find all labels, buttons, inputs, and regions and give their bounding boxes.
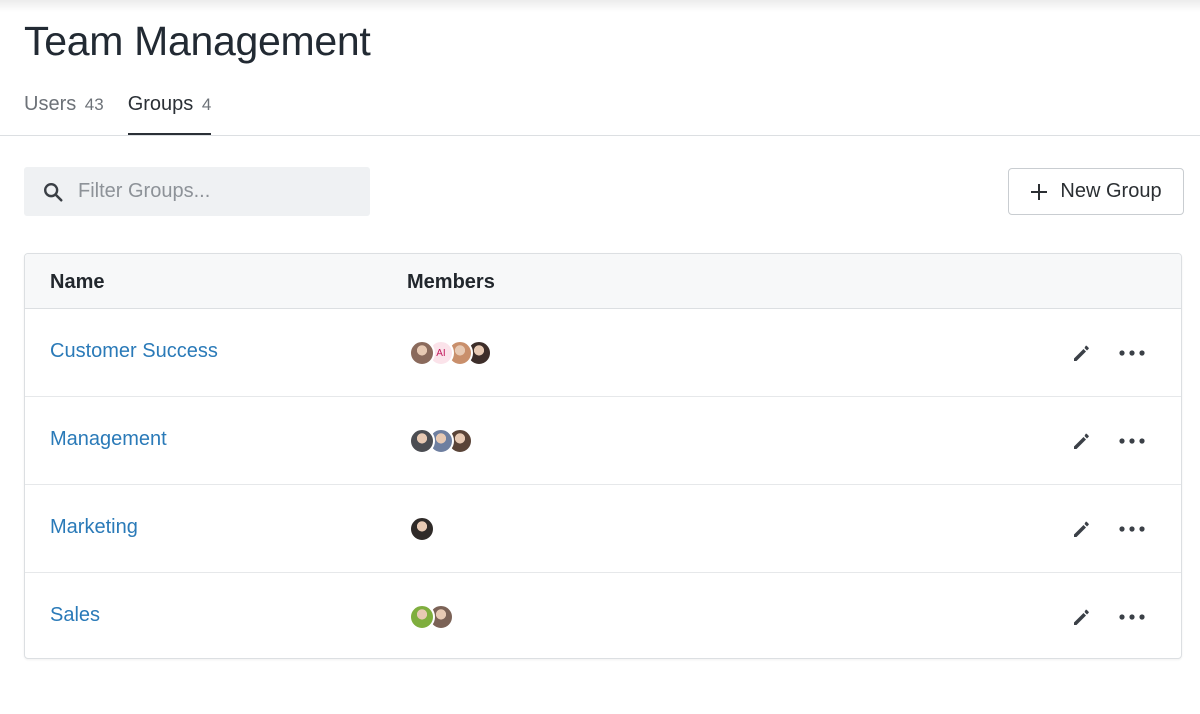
new-group-label: New Group: [1060, 180, 1162, 202]
column-header-name: Name: [50, 271, 105, 293]
plus-icon: [1031, 183, 1048, 200]
table-row: Customer Success AI: [25, 309, 1181, 397]
tab-groups[interactable]: Groups 4: [127, 90, 212, 136]
table-row: Management: [25, 397, 1181, 485]
member-avatars: [409, 428, 473, 454]
table-header: Name Members: [25, 254, 1181, 309]
filter-groups-input[interactable]: [78, 180, 348, 203]
tab-users[interactable]: Users 43: [24, 90, 104, 136]
pencil-icon[interactable]: [1069, 429, 1093, 453]
avatar[interactable]: [409, 604, 435, 630]
group-name-link[interactable]: Marketing: [50, 516, 138, 539]
more-horizontal-icon[interactable]: [1118, 341, 1146, 365]
top-shadow: [0, 0, 1200, 12]
tabs-divider: [0, 135, 1200, 136]
avatar[interactable]: [409, 340, 435, 366]
more-horizontal-icon[interactable]: [1118, 517, 1146, 541]
page-title: Team Management: [24, 18, 371, 64]
avatar[interactable]: [409, 516, 435, 542]
filter-groups-search: [24, 167, 370, 216]
tab-bar: Users 43 Groups 4: [24, 90, 235, 136]
pencil-icon[interactable]: [1069, 605, 1093, 629]
group-name-link[interactable]: Sales: [50, 604, 100, 627]
group-name-link[interactable]: Customer Success: [50, 340, 218, 363]
more-horizontal-icon[interactable]: [1118, 605, 1146, 629]
table-body: Customer Success AI Management Marketing Sal…: [25, 309, 1181, 658]
pencil-icon[interactable]: [1069, 517, 1093, 541]
group-name-link[interactable]: Management: [50, 428, 167, 451]
tab-users-count: 43: [84, 95, 104, 114]
search-icon: [44, 182, 63, 202]
tab-users-label: Users: [24, 93, 77, 115]
more-horizontal-icon[interactable]: [1118, 429, 1146, 453]
groups-table: Name Members Customer Success AI Managemen…: [24, 253, 1182, 659]
member-avatars: [409, 604, 454, 630]
tab-groups-count: 4: [201, 95, 212, 114]
member-avatars: AI: [409, 340, 492, 366]
tab-groups-label: Groups: [127, 93, 194, 115]
table-row: Sales: [25, 573, 1181, 658]
new-group-button[interactable]: New Group: [1008, 168, 1184, 215]
table-row: Marketing: [25, 485, 1181, 573]
column-header-members: Members: [407, 271, 495, 293]
pencil-icon[interactable]: [1069, 341, 1093, 365]
member-avatars: [409, 516, 435, 542]
avatar[interactable]: [409, 428, 435, 454]
